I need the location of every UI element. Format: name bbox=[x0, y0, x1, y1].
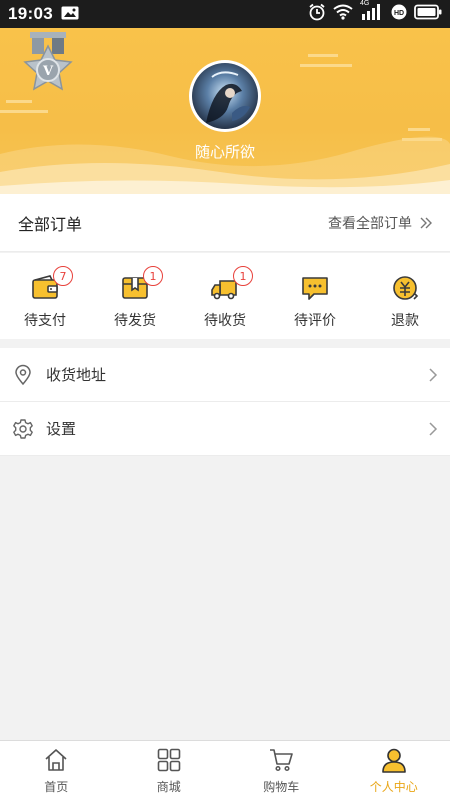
menu-list: 收货地址 设置 bbox=[0, 348, 450, 456]
menu-item-label: 收货地址 bbox=[46, 366, 107, 384]
order-refund[interactable]: 退款 bbox=[360, 253, 450, 339]
order-item-label: 待支付 bbox=[24, 313, 66, 329]
view-all-orders-label: 查看全部订单 bbox=[328, 215, 412, 232]
menu-item-address[interactable]: 收货地址 bbox=[0, 348, 450, 402]
order-item-label: 待收货 bbox=[204, 313, 246, 329]
comment-icon bbox=[302, 277, 328, 300]
order-item-label: 待评价 bbox=[294, 313, 336, 329]
tab-label: 个人中心 bbox=[369, 780, 418, 794]
badge-count: 7 bbox=[53, 266, 73, 286]
tab-mall[interactable]: 商城 bbox=[113, 741, 226, 800]
status-bar: 19:03 4G HD bbox=[0, 0, 450, 28]
tab-cart[interactable]: 购物车 bbox=[225, 741, 338, 800]
tab-label: 首页 bbox=[44, 780, 69, 794]
bottom-tab-bar: 首页 商城 购物车 个人中心 bbox=[0, 740, 450, 800]
order-pending-review[interactable]: 待评价 bbox=[270, 253, 360, 339]
vip-medal-icon: V bbox=[23, 32, 73, 91]
order-pending-payment[interactable]: 7 待支付 bbox=[0, 253, 90, 339]
tab-profile[interactable]: 个人中心 bbox=[338, 741, 450, 800]
person-icon bbox=[381, 748, 406, 773]
order-item-label: 待发货 bbox=[114, 313, 156, 329]
order-item-label: 退款 bbox=[391, 313, 419, 329]
menu-item-label: 设置 bbox=[46, 420, 77, 438]
order-pending-receipt[interactable]: 1 待收货 bbox=[180, 253, 270, 339]
decoration-lines bbox=[300, 54, 352, 67]
orders-section-header: 全部订单 查看全部订单 bbox=[0, 194, 450, 252]
order-status-row: 7 待支付 1 待发货 1 待收货 待评价 退款 bbox=[0, 253, 450, 339]
tab-label: 商城 bbox=[156, 780, 181, 794]
signal-icon: 4G bbox=[360, 0, 384, 25]
view-all-orders-link[interactable]: 查看全部订单 bbox=[328, 213, 432, 233]
chevron-right-icon bbox=[429, 367, 438, 382]
hd-icon: HD bbox=[391, 4, 407, 24]
order-pending-shipment[interactable]: 1 待发货 bbox=[90, 253, 180, 339]
menu-item-settings[interactable]: 设置 bbox=[0, 402, 450, 456]
alarm-icon bbox=[308, 3, 326, 25]
svg-text:HD: HD bbox=[394, 10, 404, 17]
network-type: 4G bbox=[360, 0, 370, 7]
profile-header: V 随心所欲 bbox=[0, 28, 450, 194]
orders-title: 全部订单 bbox=[18, 214, 83, 234]
avatar-image bbox=[192, 63, 258, 129]
wifi-icon bbox=[333, 4, 353, 24]
tab-label: 购物车 bbox=[263, 780, 300, 794]
battery-icon bbox=[414, 4, 442, 24]
gear-icon bbox=[13, 418, 33, 439]
refund-icon bbox=[393, 276, 419, 300]
double-chevron-right-icon bbox=[420, 217, 432, 228]
grid-icon bbox=[157, 748, 181, 772]
notification-image-icon bbox=[61, 5, 79, 24]
badge-count: 1 bbox=[233, 266, 253, 286]
avatar[interactable] bbox=[189, 60, 261, 132]
vip-letter: V bbox=[42, 64, 54, 79]
cart-icon bbox=[270, 749, 294, 772]
chevron-right-icon bbox=[429, 421, 438, 436]
tab-home[interactable]: 首页 bbox=[0, 741, 113, 800]
badge-count: 1 bbox=[143, 266, 163, 286]
username[interactable]: 随心所欲 bbox=[0, 141, 450, 162]
location-pin-icon bbox=[15, 364, 31, 385]
status-time: 19:03 bbox=[8, 4, 53, 23]
home-icon bbox=[45, 749, 67, 771]
